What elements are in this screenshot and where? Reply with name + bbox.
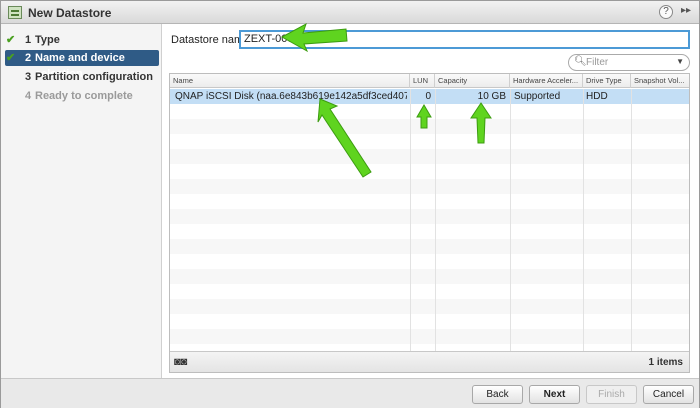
column-divider bbox=[435, 89, 436, 351]
datastore-name-input[interactable]: ZEXT-000 bbox=[239, 30, 690, 49]
step-partition[interactable]: 3 Partition configuration bbox=[5, 69, 159, 85]
empty-row bbox=[170, 239, 689, 254]
step-ready: 4 Ready to complete bbox=[5, 88, 159, 104]
column-header-capacity[interactable]: Capacity bbox=[435, 74, 510, 88]
step-name-device[interactable]: ✔ 2 Name and device selection bbox=[5, 50, 159, 80]
column-header-snapshot[interactable]: Snapshot Vol... bbox=[631, 74, 689, 88]
table-footer: ◙◙ 1 items bbox=[170, 351, 689, 372]
wizard-steps: ✔ 1 Type ✔ 2 Name and device selection 3… bbox=[1, 24, 162, 378]
empty-row bbox=[170, 299, 689, 314]
expand-icon[interactable]: ▸▸ bbox=[681, 5, 691, 16]
empty-row bbox=[170, 269, 689, 284]
step-label: Type bbox=[35, 34, 60, 46]
step-label: Ready to complete bbox=[35, 90, 133, 102]
cell-name: QNAP iSCSI Disk (naa.6e843b619e142a5df3c… bbox=[175, 91, 407, 102]
main-panel: Datastore name: ZEXT-000 🔍︎ Filter ▼ Nam… bbox=[163, 24, 699, 378]
step-number: 3 bbox=[25, 71, 32, 83]
column-header-name[interactable]: Name bbox=[170, 74, 410, 88]
column-divider bbox=[510, 89, 511, 351]
new-datastore-dialog: New Datastore ? ▸▸ ✔ 1 Type ✔ 2 Name and… bbox=[0, 0, 700, 408]
table-body: QNAP iSCSI Disk (naa.6e843b619e142a5df3c… bbox=[170, 89, 689, 351]
datastore-icon bbox=[8, 6, 22, 19]
check-icon: ✔ bbox=[6, 52, 16, 64]
title-bar: New Datastore ? ▸▸ bbox=[1, 1, 699, 24]
next-button[interactable]: Next bbox=[529, 385, 580, 404]
cancel-button[interactable]: Cancel bbox=[643, 385, 694, 404]
column-header-lun[interactable]: LUN bbox=[410, 74, 435, 88]
item-count: 1 items bbox=[648, 357, 683, 368]
table-header: Name LUN Capacity Hardware Acceler... Dr… bbox=[170, 74, 689, 88]
step-number: 4 bbox=[25, 90, 32, 102]
empty-row bbox=[170, 329, 689, 344]
chevron-down-icon[interactable]: ▼ bbox=[676, 57, 684, 66]
empty-row bbox=[170, 149, 689, 164]
binoculars-icon[interactable]: ◙◙ bbox=[174, 356, 187, 368]
device-table: Name LUN Capacity Hardware Acceler... Dr… bbox=[169, 73, 690, 373]
search-icon: 🔍︎ bbox=[574, 56, 587, 67]
cell-snapshot bbox=[634, 89, 688, 104]
table-row[interactable]: QNAP iSCSI Disk (naa.6e843b619e142a5df3c… bbox=[170, 89, 689, 104]
column-header-hw-accel[interactable]: Hardware Acceler... bbox=[510, 74, 583, 88]
filter-placeholder: Filter bbox=[586, 57, 609, 68]
button-bar: Back Next Finish Cancel bbox=[1, 378, 699, 408]
check-icon: ✔ bbox=[6, 34, 16, 46]
finish-button: Finish bbox=[586, 385, 637, 404]
step-number: 2 bbox=[25, 52, 32, 64]
column-header-drive-type[interactable]: Drive Type bbox=[583, 74, 631, 88]
back-button[interactable]: Back bbox=[472, 385, 523, 404]
cell-hw-accel: Supported bbox=[514, 91, 561, 102]
step-label: Partition configuration bbox=[35, 71, 153, 83]
filter-input[interactable]: 🔍︎ Filter ▼ bbox=[568, 54, 690, 71]
cell-lun: 0 bbox=[425, 91, 431, 102]
empty-row bbox=[170, 209, 689, 224]
column-divider bbox=[410, 89, 411, 351]
dialog-title: New Datastore bbox=[28, 6, 112, 20]
cell-capacity: 10 GB bbox=[477, 91, 506, 102]
column-divider bbox=[583, 89, 584, 351]
help-icon[interactable]: ? bbox=[659, 5, 673, 19]
empty-row bbox=[170, 119, 689, 134]
empty-row bbox=[170, 179, 689, 194]
step-number: 1 bbox=[25, 34, 32, 46]
column-divider bbox=[631, 89, 632, 351]
cell-drive-type: HDD bbox=[586, 91, 608, 102]
step-type[interactable]: ✔ 1 Type bbox=[5, 32, 159, 48]
